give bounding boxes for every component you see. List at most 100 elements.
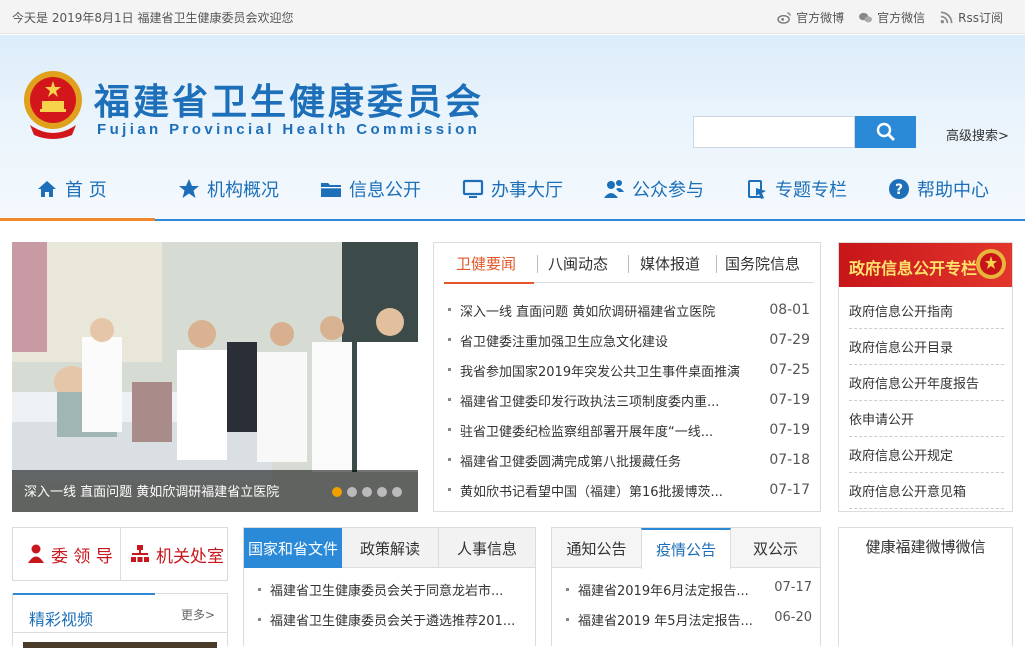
notice-title[interactable]: 福建省2019年6月法定报告... — [578, 580, 749, 610]
slide-caption[interactable]: 深入一线 直面问题 黄如欣调研福建省立医院 — [24, 481, 279, 500]
tab-divider — [716, 255, 717, 273]
gov-info-list: 政府信息公开指南 政府信息公开目录 政府信息公开年度报告 依申请公开 政府信息公… — [849, 293, 1004, 509]
tab-national-docs[interactable]: 国家和省文件 — [244, 528, 342, 568]
gov-info-panel: 政府信息公开专栏 政府信息公开指南 政府信息公开目录 政府信息公开年度报告 依申… — [838, 242, 1013, 512]
news-tabs: 卫健要闻 八闽动态 媒体报道 国务院信息 — [444, 243, 814, 283]
leaders-label: 委 领 导 — [51, 546, 113, 567]
gov-info-item[interactable]: 政府信息公开目录 — [849, 329, 1004, 365]
site-subtitle: Fujian Provincial Health Commission — [97, 121, 481, 138]
person-icon — [28, 544, 44, 563]
nav-label-home: 首 页 — [65, 180, 107, 201]
gov-info-title: 政府信息公开专栏 — [849, 259, 978, 278]
list-item[interactable]: 福建省2019 年5月法定报告... 06-20 — [566, 610, 812, 640]
weibo-wechat-panel: 健康福建微博微信 — [838, 527, 1013, 646]
rss-label: Rss订阅 — [958, 11, 1003, 25]
people-icon — [604, 180, 624, 198]
tab-divider — [537, 255, 538, 273]
list-item[interactable]: 省卫健委注重加强卫生应急文化建设 07-29 — [448, 325, 810, 355]
gov-info-item[interactable]: 政府信息公开指南 — [849, 293, 1004, 329]
gov-info-item[interactable]: 政府信息公开意见箱 — [849, 473, 1004, 509]
news-slider[interactable]: 深入一线 直面问题 黄如欣调研福建省立医院 — [12, 242, 418, 512]
news-title[interactable]: 驻省卫健委纪检监察组部署开展年度“一线... — [448, 421, 748, 440]
weixin-link[interactable]: 官方微信 — [858, 9, 925, 26]
news-panel: 卫健要闻 八闽动态 媒体报道 国务院信息 深入一线 直面问题 黄如欣调研福建省立… — [433, 242, 821, 512]
slide-dots — [332, 487, 402, 497]
tab-notices[interactable]: 通知公告 — [552, 528, 641, 568]
help-icon: ? — [889, 179, 909, 199]
site-title: 福建省卫生健康委员会 — [94, 81, 485, 123]
slide-dot[interactable] — [362, 487, 372, 497]
tab-personnel-info[interactable]: 人事信息 — [438, 528, 535, 568]
slide-dot[interactable] — [347, 487, 357, 497]
nav-label-service-hall: 办事大厅 — [491, 180, 563, 201]
slide-dot[interactable] — [332, 487, 342, 497]
offices-button[interactable]: 机关处室 — [130, 528, 224, 580]
gov-info-banner[interactable]: 政府信息公开专栏 — [839, 243, 1012, 287]
leaders-button[interactable]: 委 领 导 — [27, 528, 113, 580]
leaders-divider — [120, 528, 121, 580]
nav-label-disclosure: 信息公开 — [349, 180, 421, 201]
documents-panel: 国家和省文件 政策解读 人事信息 福建省卫生健康委员会关于同意龙岩市... 福建… — [243, 527, 536, 646]
list-item[interactable]: 福建省卫生健康委员会关于同意龙岩市... — [258, 580, 515, 610]
video-divider — [13, 632, 227, 633]
tab-state-council[interactable]: 国务院信息 — [725, 253, 800, 274]
tab-policy-interpretation[interactable]: 政策解读 — [342, 528, 438, 568]
news-title[interactable]: 深入一线 直面问题 黄如欣调研福建省立医院 — [448, 301, 748, 320]
main-nav: 首 页 机构概况 信息公开 办事大厅 公众参与 专题专栏 ? 帮助中心 — [0, 164, 1025, 214]
list-item[interactable]: 福建省卫健委印发行政执法三项制度委内重... 07-19 — [448, 385, 810, 415]
news-title[interactable]: 省卫健委注重加强卫生应急文化建设 — [448, 331, 748, 350]
nav-item-help[interactable]: ? 帮助中心 — [888, 164, 989, 214]
news-title[interactable]: 福建省卫健委印发行政执法三项制度委内重... — [448, 391, 748, 410]
tag-icon — [748, 180, 766, 199]
video-title-underline — [13, 593, 155, 595]
search-input[interactable] — [693, 116, 855, 148]
list-item[interactable]: 福建省2019年6月法定报告... 07-17 — [566, 580, 812, 610]
tab-fujian-news[interactable]: 八闽动态 — [548, 253, 608, 274]
video-panel: 精彩视频 更多> — [12, 593, 228, 648]
slide-dot[interactable] — [377, 487, 387, 497]
advanced-search-link[interactable]: 高级搜索> — [946, 125, 1009, 144]
notices-list: 福建省2019年6月法定报告... 07-17 福建省2019 年5月法定报告..… — [566, 580, 812, 640]
nav-item-overview[interactable]: 机构概况 — [178, 164, 279, 214]
leaders-box: 委 领 导 机关处室 — [12, 527, 228, 581]
offices-label: 机关处室 — [156, 546, 224, 567]
nav-item-home[interactable]: 首 页 — [36, 164, 107, 214]
list-item[interactable]: 福建省卫生健康委员会关于遴选推荐201... — [258, 610, 515, 640]
tab-dual-publicity[interactable]: 双公示 — [731, 528, 820, 568]
gov-info-item[interactable]: 依申请公开 — [849, 401, 1004, 437]
video-thumbnail[interactable] — [23, 642, 217, 648]
list-item[interactable]: 驻省卫健委纪检监察组部署开展年度“一线... 07-19 — [448, 415, 810, 445]
news-date: 07-29 — [769, 332, 810, 348]
nav-item-topics[interactable]: 专题专栏 — [746, 164, 847, 214]
news-title[interactable]: 我省参加国家2019年突发公共卫生事件桌面推演 — [448, 361, 748, 380]
tab-epidemic-notices[interactable]: 疫情公告 — [641, 528, 731, 569]
gov-info-item[interactable]: 政府信息公开规定 — [849, 437, 1004, 473]
list-item[interactable]: 深入一线 直面问题 黄如欣调研福建省立医院 08-01 — [448, 295, 810, 325]
emblem-icon — [976, 249, 1006, 279]
list-item[interactable]: 我省参加国家2019年突发公共卫生事件桌面推演 07-25 — [448, 355, 810, 385]
tab-health-news[interactable]: 卫健要闻 — [456, 253, 516, 274]
list-item[interactable]: 福建省卫健委圆满完成第八批援藏任务 07-18 — [448, 445, 810, 475]
wechat-icon — [859, 12, 873, 23]
news-list: 深入一线 直面问题 黄如欣调研福建省立医院 08-01 省卫健委注重加强卫生应急文… — [448, 295, 810, 505]
rss-link[interactable]: Rss订阅 — [939, 9, 1003, 26]
weixin-label: 官方微信 — [877, 11, 926, 25]
nav-label-overview: 机构概况 — [207, 180, 279, 201]
gov-info-item[interactable]: 政府信息公开年度报告 — [849, 365, 1004, 401]
nav-item-disclosure[interactable]: 信息公开 — [320, 164, 421, 214]
search-button[interactable] — [855, 116, 916, 148]
nav-item-participation[interactable]: 公众参与 — [603, 164, 704, 214]
news-title[interactable]: 福建省卫健委圆满完成第八批援藏任务 — [448, 451, 748, 470]
tab-media-reports[interactable]: 媒体报道 — [640, 253, 700, 274]
video-more-link[interactable]: 更多> — [181, 606, 215, 623]
org-chart-icon — [131, 545, 149, 562]
national-emblem-icon[interactable] — [22, 69, 84, 139]
nav-item-service-hall[interactable]: 办事大厅 — [462, 164, 563, 214]
slide-dot[interactable] — [392, 487, 402, 497]
news-title[interactable]: 黄如欣书记看望中国（福建）第16批援博茨... — [448, 481, 748, 500]
news-date: 07-19 — [769, 422, 810, 438]
list-item[interactable]: 黄如欣书记看望中国（福建）第16批援博茨... 07-17 — [448, 475, 810, 505]
weibo-link[interactable]: 官方微博 — [777, 9, 844, 26]
news-date: 07-17 — [769, 482, 810, 498]
notice-title[interactable]: 福建省2019 年5月法定报告... — [578, 610, 753, 640]
